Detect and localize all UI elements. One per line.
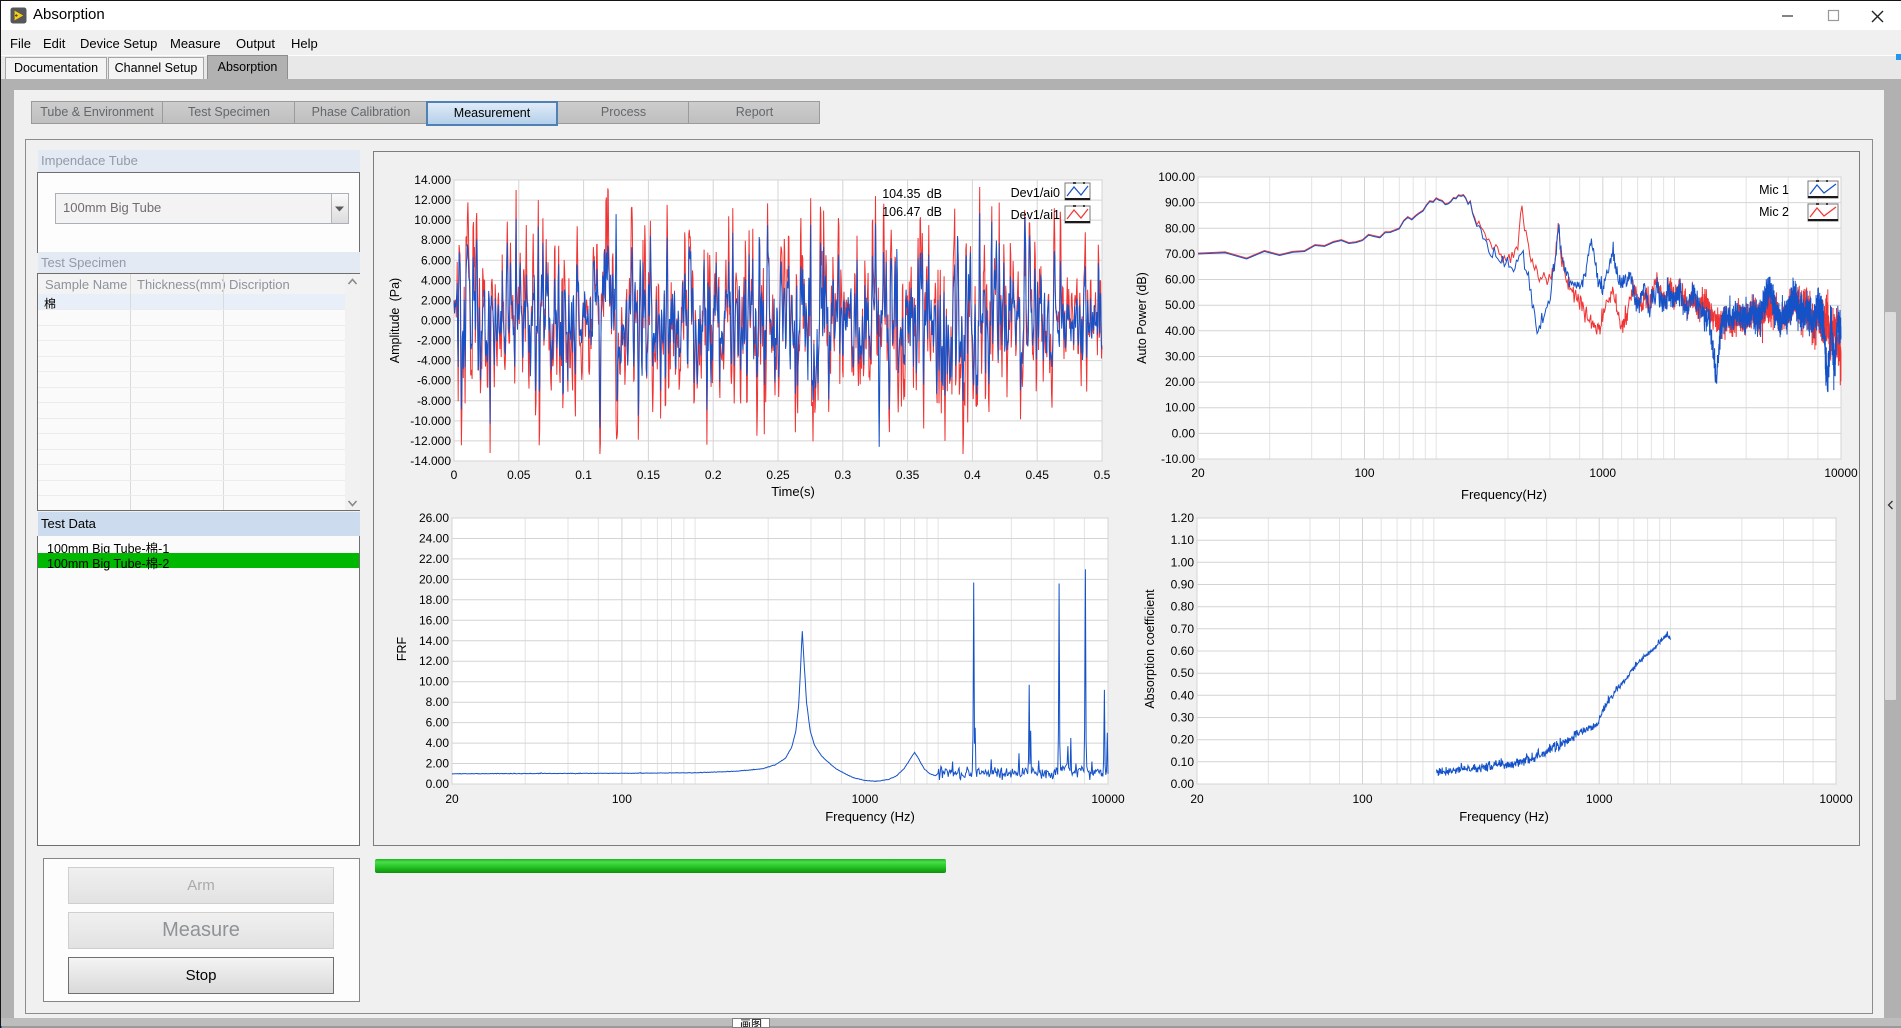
svg-text:-12.000: -12.000: [410, 434, 451, 448]
svg-text:-6.000: -6.000: [417, 374, 451, 388]
svg-text:0.05: 0.05: [507, 468, 531, 482]
svg-text:24.00: 24.00: [419, 531, 449, 545]
svg-text:2.000: 2.000: [421, 293, 451, 307]
svg-text:100: 100: [1355, 466, 1375, 480]
svg-text:-10.000: -10.000: [410, 414, 451, 428]
svg-text:6.000: 6.000: [421, 253, 451, 267]
svg-text:1000: 1000: [1586, 792, 1613, 806]
svg-text:80.00: 80.00: [1165, 221, 1195, 235]
svg-text:10000: 10000: [1819, 792, 1853, 806]
svg-text:26.00: 26.00: [419, 511, 449, 525]
svg-text:18.00: 18.00: [419, 593, 449, 607]
svg-text:Mic 1: Mic 1: [1759, 183, 1789, 197]
svg-text:0.40: 0.40: [1171, 688, 1195, 702]
svg-text:0.80: 0.80: [1171, 600, 1195, 614]
svg-text:FRF: FRF: [395, 636, 409, 661]
svg-text:-4.000: -4.000: [417, 354, 451, 368]
svg-text:4.00: 4.00: [426, 736, 450, 750]
svg-text:4.000: 4.000: [421, 273, 451, 287]
svg-text:1000: 1000: [852, 792, 879, 806]
svg-text:100: 100: [612, 792, 632, 806]
svg-text:30.00: 30.00: [1165, 349, 1195, 363]
svg-text:50.00: 50.00: [1165, 298, 1195, 312]
svg-text:6.00: 6.00: [426, 716, 450, 730]
svg-text:22.00: 22.00: [419, 552, 449, 566]
svg-text:0.4: 0.4: [964, 468, 981, 482]
svg-text:16.00: 16.00: [419, 613, 449, 627]
svg-text:10.00: 10.00: [419, 675, 449, 689]
svg-text:0.3: 0.3: [834, 468, 851, 482]
svg-text:20.00: 20.00: [419, 572, 449, 586]
svg-text:1.00: 1.00: [1171, 555, 1195, 569]
svg-text:0: 0: [451, 468, 458, 482]
svg-text:20: 20: [1190, 792, 1204, 806]
svg-text:0.5: 0.5: [1094, 468, 1111, 482]
svg-text:0.90: 0.90: [1171, 578, 1195, 592]
svg-text:1000: 1000: [1589, 466, 1616, 480]
svg-text:20: 20: [1191, 466, 1205, 480]
svg-text:100: 100: [1352, 792, 1372, 806]
svg-text:20: 20: [445, 792, 459, 806]
svg-text:8.00: 8.00: [426, 695, 450, 709]
svg-text:8.000: 8.000: [421, 233, 451, 247]
svg-text:10.000: 10.000: [414, 213, 451, 227]
svg-text:40.00: 40.00: [1165, 324, 1195, 338]
svg-text:Auto Power (dB): Auto Power (dB): [1135, 272, 1149, 364]
svg-text:0.35: 0.35: [896, 468, 920, 482]
svg-text:12.00: 12.00: [419, 654, 449, 668]
svg-text:Mic 2: Mic 2: [1759, 205, 1789, 219]
svg-text:14.00: 14.00: [419, 634, 449, 648]
svg-text:0.60: 0.60: [1171, 644, 1195, 658]
svg-text:0.70: 0.70: [1171, 622, 1195, 636]
svg-text:0.20: 0.20: [1171, 733, 1195, 747]
svg-text:0.2: 0.2: [705, 468, 722, 482]
svg-text:1.10: 1.10: [1171, 533, 1195, 547]
svg-text:100.00: 100.00: [1158, 170, 1195, 184]
svg-text:0.50: 0.50: [1171, 666, 1195, 680]
svg-text:0.25: 0.25: [766, 468, 790, 482]
svg-text:Frequency (Hz): Frequency (Hz): [1459, 809, 1549, 824]
svg-text:-8.000: -8.000: [417, 394, 451, 408]
svg-text:Frequency(Hz): Frequency(Hz): [1461, 487, 1547, 502]
svg-text:Absorption coefficient: Absorption coefficient: [1143, 589, 1157, 709]
svg-text:-10.00: -10.00: [1161, 452, 1195, 466]
svg-text:1.20: 1.20: [1171, 511, 1195, 525]
svg-text:2.00: 2.00: [426, 757, 450, 771]
svg-text:0.45: 0.45: [1026, 468, 1050, 482]
svg-text:10000: 10000: [1091, 792, 1125, 806]
svg-text:20.00: 20.00: [1165, 375, 1195, 389]
svg-text:0.1: 0.1: [575, 468, 592, 482]
svg-text:Time(s): Time(s): [771, 484, 815, 499]
svg-text:0.00: 0.00: [1171, 777, 1195, 791]
svg-text:0.000: 0.000: [421, 314, 451, 328]
svg-text:90.00: 90.00: [1165, 196, 1195, 210]
svg-text:-2.000: -2.000: [417, 334, 451, 348]
svg-text:0.00: 0.00: [426, 777, 450, 791]
svg-text:Dev1/ai1: Dev1/ai1: [1011, 208, 1060, 222]
svg-text:12.000: 12.000: [414, 193, 451, 207]
svg-text:Frequency (Hz): Frequency (Hz): [825, 809, 915, 824]
svg-text:Amplitude (Pa): Amplitude (Pa): [388, 278, 402, 363]
svg-text:10000: 10000: [1824, 466, 1858, 480]
svg-text:106.47 dB: 106.47 dB: [882, 205, 942, 219]
svg-text:0.10: 0.10: [1171, 755, 1195, 769]
svg-text:60.00: 60.00: [1165, 273, 1195, 287]
svg-text:Dev1/ai0: Dev1/ai0: [1011, 186, 1060, 200]
svg-text:0.30: 0.30: [1171, 711, 1195, 725]
svg-text:0.15: 0.15: [637, 468, 661, 482]
svg-text:0.00: 0.00: [1172, 426, 1196, 440]
svg-text:-14.000: -14.000: [410, 454, 451, 468]
svg-text:70.00: 70.00: [1165, 247, 1195, 261]
svg-text:14.000: 14.000: [414, 173, 451, 187]
svg-text:10.00: 10.00: [1165, 401, 1195, 415]
svg-text:104.35 dB: 104.35 dB: [882, 187, 942, 201]
